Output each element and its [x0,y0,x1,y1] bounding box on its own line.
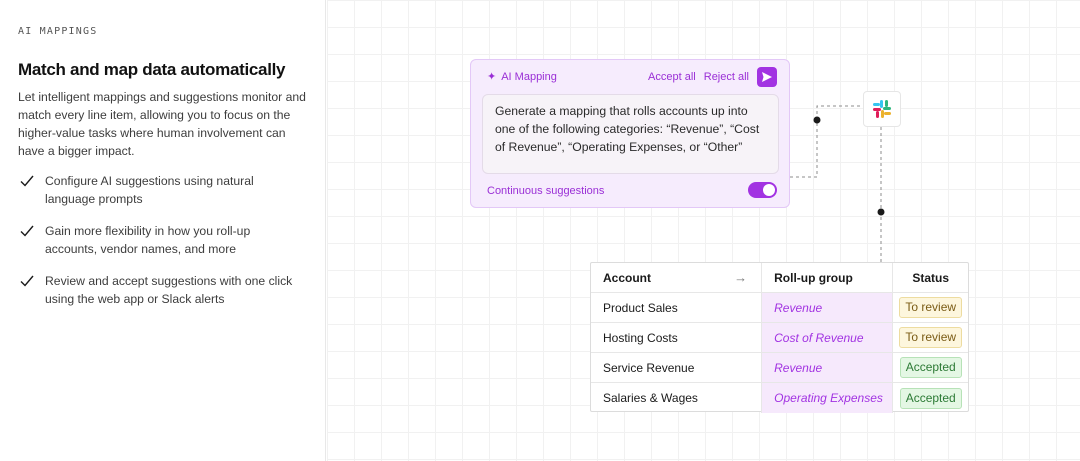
ai-mapping-header: ✦ AI Mapping [487,70,557,84]
feature-item: Review and accept suggestions with one c… [18,272,310,308]
feature-item: Configure AI suggestions using natural l… [18,172,310,208]
ai-actions: Accept all Reject all [648,67,777,87]
feature-text: Configure AI suggestions using natural l… [45,174,254,206]
prompt-input[interactable]: Generate a mapping that rolls accounts u… [482,94,779,174]
account-cell: Salaries & Wages [591,383,763,413]
rollup-cell[interactable]: Operating Expenses [762,383,894,413]
table-row[interactable]: Service Revenue Revenue Accepted [591,353,968,383]
header-rollup: Roll-up group [762,263,894,292]
feature-text: Review and accept suggestions with one c… [45,274,293,306]
arrow-right-icon: → [734,270,748,285]
feature-text: Gain more flexibility in how you roll-up… [45,224,251,256]
table-row[interactable]: Salaries & Wages Operating Expenses Acce… [591,383,968,413]
section-description: Let intelligent mappings and suggestions… [18,90,306,158]
rollup-cell[interactable]: Revenue [762,353,894,382]
account-cell: Product Sales [591,293,763,322]
reject-all-button[interactable]: Reject all [704,71,749,83]
checkmark-icon [20,225,34,237]
checkmark-icon [20,175,34,187]
status-badge[interactable]: Accepted [899,357,962,378]
status-badge[interactable]: To review [899,297,963,318]
send-icon [762,72,772,82]
accept-all-button[interactable]: Accept all [648,71,696,83]
feature-list: Configure AI suggestions using natural l… [18,172,310,322]
left-panel: AI MAPPINGS Match and map data automatic… [0,0,326,461]
slack-icon [873,100,891,118]
table-row[interactable]: Hosting Costs Cost of Revenue To review [591,323,968,353]
header-account: Account → [591,263,763,292]
ai-mapping-title: AI Mapping [501,70,557,83]
sparkle-icon: ✦ [487,71,497,83]
table-row[interactable]: Product Sales Revenue To review [591,293,968,323]
table-header-row: Account → Roll-up group Status [591,263,968,293]
feature-item: Gain more flexibility in how you roll-up… [18,222,310,258]
rollup-cell[interactable]: Revenue [762,293,894,322]
status-badge[interactable]: To review [899,327,963,348]
ai-mapping-card: ✦ AI Mapping Accept all Reject all Gener… [470,59,790,208]
section-eyebrow: AI MAPPINGS [18,26,98,37]
section-title: Match and map data automatically [18,60,286,79]
rollup-cell[interactable]: Cost of Revenue [762,323,894,352]
rollup-table: Account → Roll-up group Status Product S… [590,262,969,413]
checkmark-icon [20,275,34,287]
account-cell: Hosting Costs [591,323,763,352]
header-status: Status [912,270,950,285]
status-badge[interactable]: Accepted [899,387,962,409]
account-cell: Service Revenue [591,353,763,382]
continuous-suggestions-toggle[interactable] [748,182,777,198]
slack-integration[interactable] [863,91,901,127]
send-button[interactable] [757,67,777,87]
continuous-suggestions-label: Continuous suggestions [487,185,605,197]
